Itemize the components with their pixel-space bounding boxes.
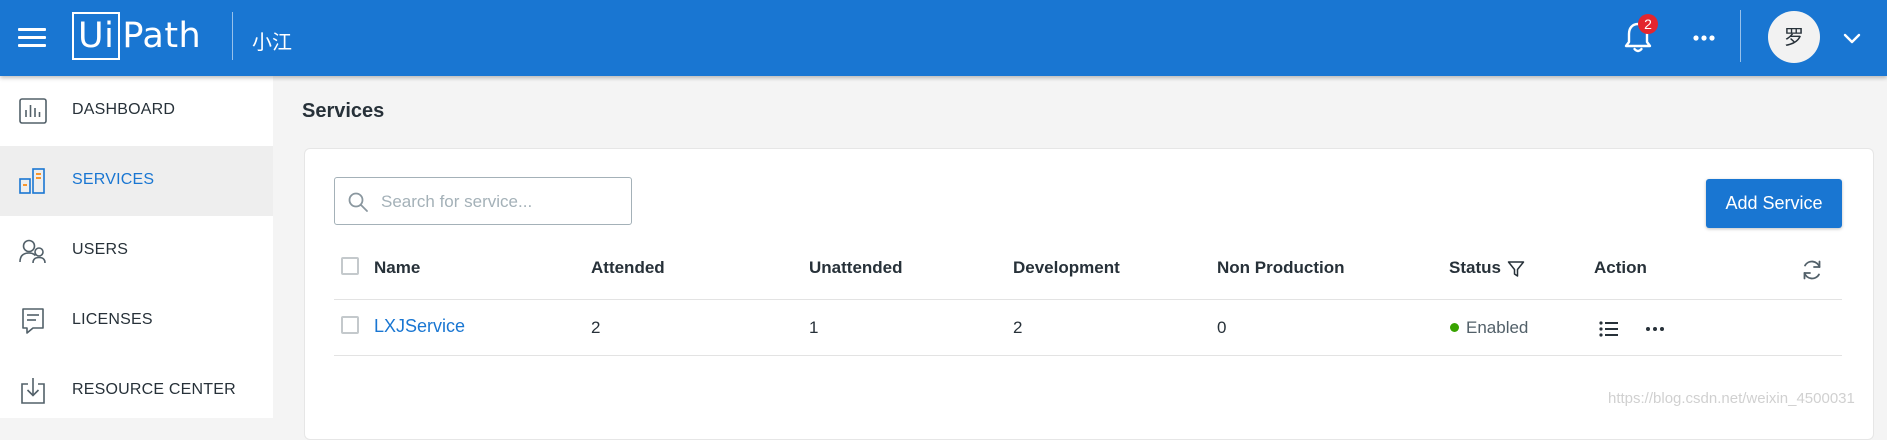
row-divider-line xyxy=(334,355,1842,356)
sidebar-item-licenses[interactable]: LICENSES xyxy=(0,286,273,356)
services-icon xyxy=(19,168,45,194)
column-header-attended[interactable]: Attended xyxy=(591,258,665,278)
search-input[interactable] xyxy=(379,186,623,218)
refresh-icon[interactable] xyxy=(1800,258,1824,282)
column-header-name[interactable]: Name xyxy=(374,258,420,278)
status-dot xyxy=(1450,323,1459,332)
sidebar-item-dashboard[interactable]: DASHBOARD xyxy=(0,76,273,146)
search-box[interactable] xyxy=(334,177,632,225)
column-header-unattended[interactable]: Unattended xyxy=(809,258,903,278)
select-all-checkbox[interactable] xyxy=(341,257,359,275)
cell-development: 2 xyxy=(1013,318,1023,337)
logo-text: Path xyxy=(122,16,202,56)
sidebar-item-label: LICENSES xyxy=(72,311,153,328)
cell-attended: 2 xyxy=(591,318,601,337)
sidebar-item-users[interactable]: USERS xyxy=(0,216,273,286)
logo-boxed-text: Ui xyxy=(72,12,121,60)
users-icon xyxy=(19,239,46,264)
notification-badge: 2 xyxy=(1638,14,1658,34)
search-icon xyxy=(348,192,368,212)
menu-icon[interactable] xyxy=(16,22,48,54)
sidebar-item-label: RESOURCE CENTER xyxy=(72,381,236,398)
column-header-development[interactable]: Development xyxy=(1013,258,1120,278)
cell-unattended: 1 xyxy=(809,318,819,337)
avatar[interactable]: 罗 xyxy=(1768,11,1820,63)
row-checkbox[interactable] xyxy=(341,316,359,334)
license-icon xyxy=(22,308,44,334)
filter-icon[interactable] xyxy=(1507,260,1525,278)
add-service-button[interactable]: Add Service xyxy=(1706,179,1842,228)
sidebar-item-label: USERS xyxy=(72,241,129,258)
service-name-link[interactable]: LXJService xyxy=(374,316,465,337)
sidebar-item-label: SERVICES xyxy=(72,171,155,188)
sidebar-item-resource-center[interactable]: RESOURCE CENTER xyxy=(0,356,273,426)
header-divider-line xyxy=(334,299,1842,300)
tenant-name[interactable]: 小江 xyxy=(252,26,292,55)
header-divider xyxy=(232,12,233,60)
chevron-down-icon[interactable] xyxy=(1840,26,1864,50)
page-title: Services xyxy=(302,100,385,122)
column-header-action: Action xyxy=(1594,258,1647,277)
cell-status: Enabled xyxy=(1466,318,1529,337)
column-header-status[interactable]: Status xyxy=(1449,258,1501,278)
uipath-logo[interactable]: Ui Path xyxy=(72,12,201,60)
download-icon xyxy=(21,378,45,404)
list-details-icon[interactable] xyxy=(1598,318,1620,340)
sidebar: DASHBOARD SERVICES USERS LICENSES RESOUR… xyxy=(0,76,273,418)
top-bar: Ui Path 小江 2 罗 xyxy=(0,0,1887,76)
cell-non-production: 0 xyxy=(1217,318,1227,337)
header-divider xyxy=(1740,10,1741,62)
more-horizontal-icon[interactable] xyxy=(1643,318,1667,340)
more-horizontal-icon[interactable] xyxy=(1686,20,1722,56)
watermark: https://blog.csdn.net/weixin_4500031 xyxy=(1608,390,1855,407)
sidebar-item-services[interactable]: SERVICES xyxy=(0,146,273,216)
dashboard-chart-icon xyxy=(19,98,47,124)
sidebar-item-label: DASHBOARD xyxy=(72,101,176,118)
column-header-non-production[interactable]: Non Production xyxy=(1217,258,1344,278)
